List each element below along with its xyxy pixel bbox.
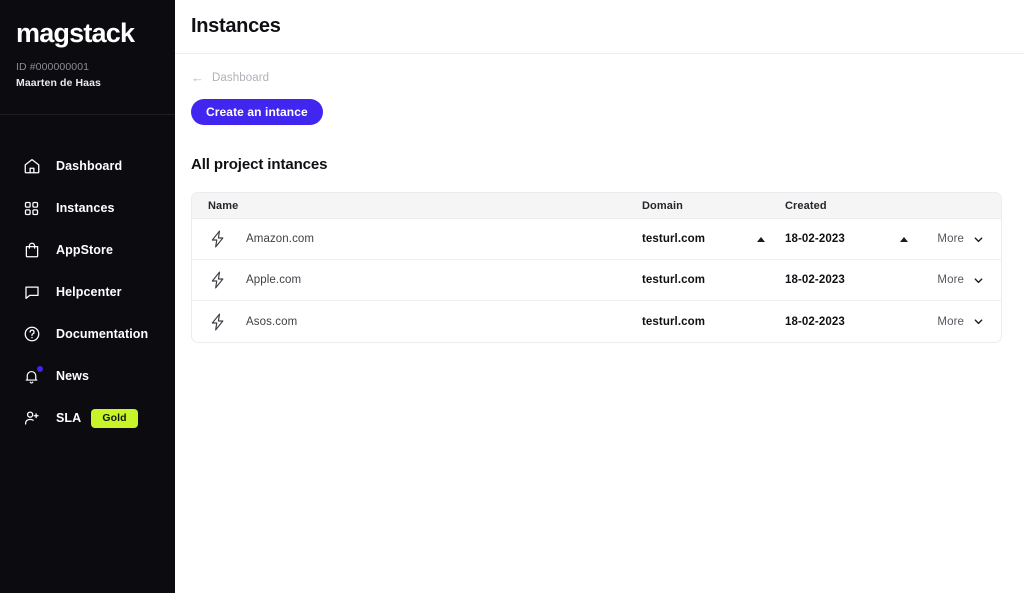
sidebar-nav: Dashboard Instances <box>0 115 175 439</box>
shopping-bag-icon <box>22 241 41 260</box>
sort-ascending-icon-domain[interactable] <box>757 237 765 242</box>
status-badge-gold: Gold <box>91 409 137 428</box>
section-title: All project intances <box>191 156 1008 173</box>
sidebar-item-label: Helpcenter <box>56 285 122 299</box>
table-row[interactable]: Amazon.com testurl.com 18-02-2023 More <box>192 219 1001 260</box>
column-header-name[interactable]: Name <box>208 200 238 212</box>
sidebar-item-dashboard[interactable]: Dashboard <box>0 145 175 187</box>
more-label: More <box>937 274 964 286</box>
sidebar-item-documentation[interactable]: Documentation <box>0 313 175 355</box>
account-id: ID #000000001 <box>16 60 159 75</box>
sidebar-item-label: Documentation <box>56 327 148 341</box>
sort-ascending-icon-created[interactable] <box>900 237 908 242</box>
add-user-icon <box>22 409 41 428</box>
instance-name: Asos.com <box>246 316 297 328</box>
table-row[interactable]: Apple.com testurl.com 18-02-2023 More <box>192 260 1001 301</box>
brand-block: magstack ID #000000001 Maarten de Haas <box>0 0 175 115</box>
sidebar: magstack ID #000000001 Maarten de Haas D… <box>0 0 175 593</box>
app-root: magstack ID #000000001 Maarten de Haas D… <box>0 0 1024 593</box>
notification-dot <box>37 366 43 372</box>
lightning-bolt-icon <box>208 229 228 249</box>
instance-created: 18-02-2023 <box>785 233 845 245</box>
column-header-domain[interactable]: Domain <box>642 200 683 212</box>
instance-name: Apple.com <box>246 274 301 286</box>
page-title: Instances <box>191 15 281 38</box>
table-header-row: Name Domain Created <box>192 193 1001 219</box>
table-row[interactable]: Asos.com testurl.com 18-02-2023 More <box>192 301 1001 342</box>
chevron-down-icon <box>973 316 984 327</box>
app-logo: magstack <box>16 14 159 52</box>
instance-domain: testurl.com <box>642 316 705 328</box>
back-arrow-icon: ← <box>191 71 204 84</box>
sidebar-item-sla[interactable]: SLA Gold <box>0 397 175 439</box>
chevron-down-icon <box>973 234 984 245</box>
breadcrumb[interactable]: ← Dashboard <box>191 71 269 84</box>
sidebar-item-appstore[interactable]: AppStore <box>0 229 175 271</box>
main-content: Instances ← Dashboard Create an intance … <box>175 0 1024 593</box>
lightning-bolt-icon <box>208 270 228 290</box>
content-area: ← Dashboard Create an intance All projec… <box>175 71 1024 343</box>
breadcrumb-label: Dashboard <box>212 72 269 84</box>
account-name: Maarten de Haas <box>16 75 159 91</box>
lightning-bolt-icon <box>208 312 228 332</box>
more-label: More <box>937 233 964 245</box>
grid-icon <box>22 199 41 218</box>
more-label: More <box>937 316 964 328</box>
instance-created: 18-02-2023 <box>785 316 845 328</box>
bell-icon <box>22 367 41 386</box>
sidebar-item-label: AppStore <box>56 243 113 257</box>
create-instance-button[interactable]: Create an intance <box>191 99 323 125</box>
instance-name: Amazon.com <box>246 233 314 245</box>
sidebar-item-helpcenter[interactable]: Helpcenter <box>0 271 175 313</box>
sidebar-item-instances[interactable]: Instances <box>0 187 175 229</box>
column-header-created[interactable]: Created <box>785 200 827 212</box>
sidebar-item-label: Dashboard <box>56 159 122 173</box>
row-more-button[interactable]: More <box>928 274 1001 286</box>
instance-domain: testurl.com <box>642 233 705 245</box>
instance-domain: testurl.com <box>642 274 705 286</box>
chat-bubble-icon <box>22 283 41 302</box>
sidebar-item-label: Instances <box>56 201 115 215</box>
sidebar-item-label: SLA <box>56 411 81 425</box>
question-circle-icon <box>22 325 41 344</box>
sidebar-item-label: News <box>56 369 89 383</box>
sidebar-item-news[interactable]: News <box>0 355 175 397</box>
home-icon <box>22 157 41 176</box>
instances-table: Name Domain Created <box>191 192 1002 343</box>
chevron-down-icon <box>973 275 984 286</box>
row-more-button[interactable]: More <box>928 233 1001 245</box>
topbar: Instances <box>175 0 1024 54</box>
instance-created: 18-02-2023 <box>785 274 845 286</box>
row-more-button[interactable]: More <box>928 316 1001 328</box>
